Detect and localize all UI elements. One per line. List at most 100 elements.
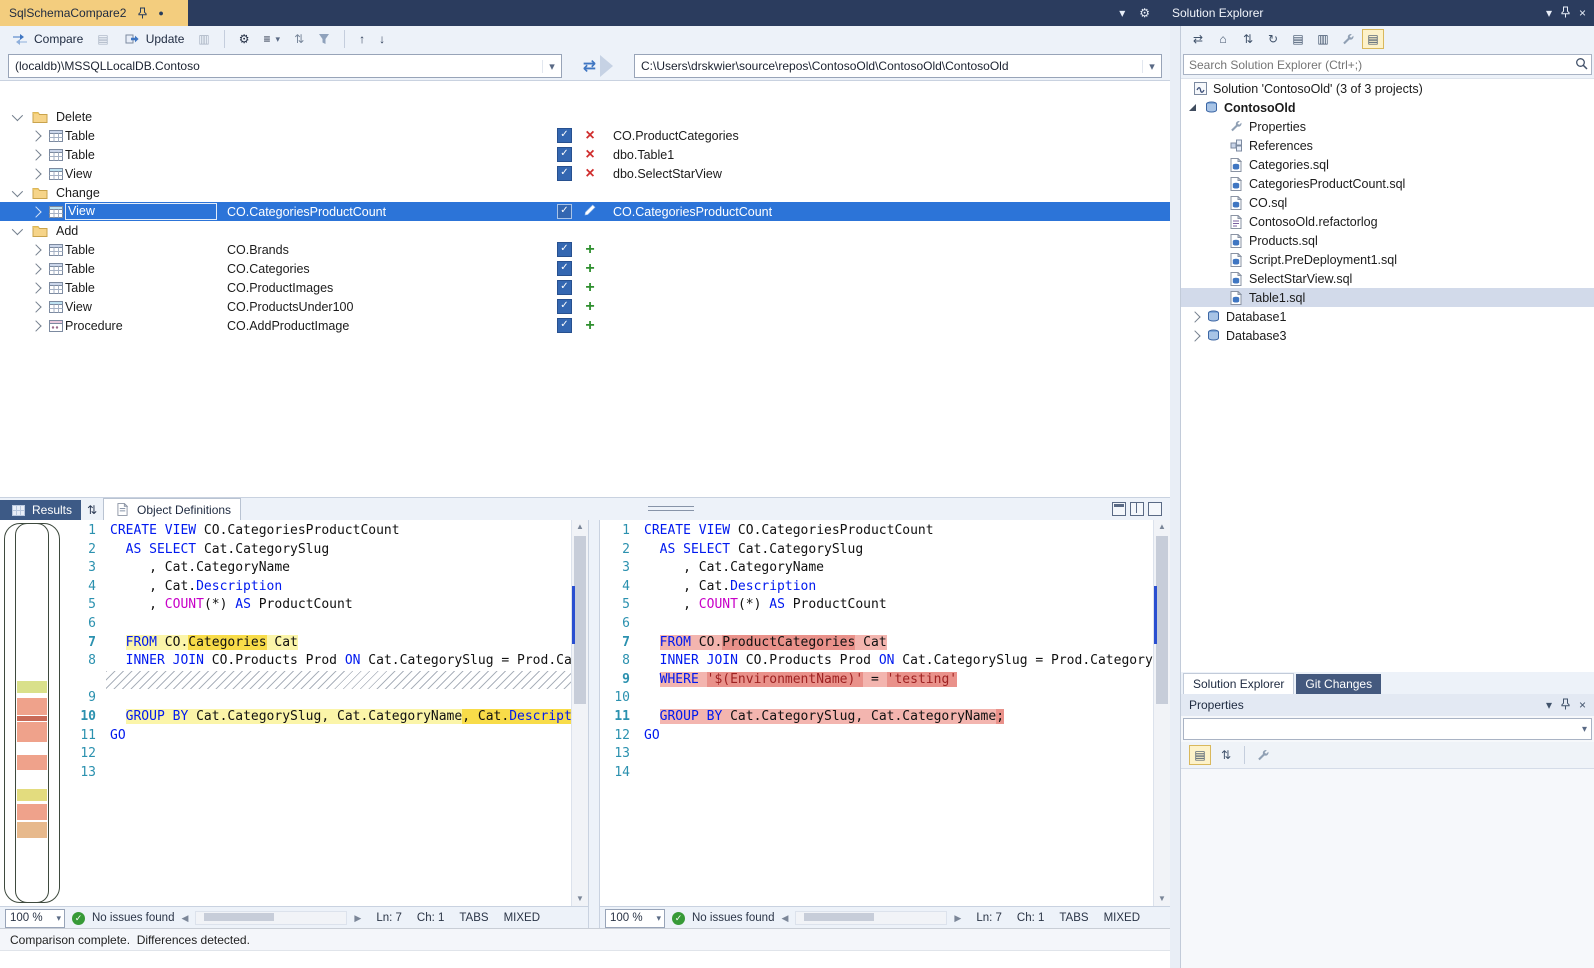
zoom-combobox[interactable]: 100 % ▾: [5, 909, 65, 928]
panel-splitter[interactable]: [1170, 26, 1180, 968]
scrollbar-thumb[interactable]: [804, 913, 874, 921]
chevron-expanded-icon[interactable]: [12, 109, 23, 120]
group-results-icon[interactable]: ≡▾: [261, 28, 284, 50]
tab-object-definitions[interactable]: Object Definitions: [103, 498, 241, 520]
tree-item-contosoold[interactable]: ContosoOld: [1181, 98, 1594, 117]
chevron-collapsed-icon[interactable]: [30, 206, 41, 217]
chevron-collapsed-icon[interactable]: [30, 320, 41, 331]
update-button[interactable]: Update: [120, 28, 188, 50]
chevron-collapsed-icon[interactable]: [30, 301, 41, 312]
include-checkbox[interactable]: ✓: [557, 280, 572, 295]
chevron-collapsed-icon[interactable]: [30, 282, 41, 293]
splitter-grip[interactable]: [648, 503, 694, 514]
scroll-up-icon[interactable]: ▲: [1154, 520, 1170, 534]
left-vertical-scrollbar[interactable]: ▲ ▼: [571, 520, 588, 906]
result-row-CO.ProductImages[interactable]: TableCO.ProductImages✓+: [0, 278, 1170, 297]
chevron-expanded-icon[interactable]: [12, 185, 23, 196]
result-row-CO.CategoriesProductCount[interactable]: ViewCO.CategoriesProductCount✓CO.Categor…: [0, 202, 1170, 221]
scroll-left-icon[interactable]: ◀: [781, 913, 788, 924]
compare-fields-icon[interactable]: ⇅: [291, 28, 307, 50]
scroll-down-icon[interactable]: ▼: [572, 892, 588, 906]
group-row-add[interactable]: Add: [0, 221, 1170, 240]
tree-item-table1-sql[interactable]: Table1.sql: [1181, 288, 1594, 307]
chevron-expanded-icon[interactable]: [12, 223, 23, 234]
alphabetical-icon[interactable]: ⇅: [1215, 745, 1237, 765]
close-icon[interactable]: ×: [1579, 698, 1586, 712]
collapse-all-icon[interactable]: ⇅: [1237, 29, 1259, 49]
horizontal-scrollbar[interactable]: [195, 911, 347, 925]
chevron-down-icon[interactable]: ▾: [1119, 6, 1125, 20]
include-checkbox[interactable]: ✓: [557, 204, 572, 219]
options-gear-icon[interactable]: ⚙: [236, 28, 253, 50]
property-pages-icon[interactable]: [1252, 745, 1274, 765]
properties-wrench-icon[interactable]: [1337, 29, 1359, 49]
chevron-down-icon[interactable]: ▾: [1546, 698, 1552, 712]
source-code-editor[interactable]: 1CREATE VIEW CO.CategoriesProductCount2 …: [66, 520, 571, 906]
next-difference-icon[interactable]: ↓: [376, 28, 388, 50]
include-checkbox[interactable]: ✓: [557, 261, 572, 276]
show-folders-icon[interactable]: ▥: [1312, 29, 1334, 49]
sort-results-icon[interactable]: ⇅: [81, 500, 103, 520]
chevron-expanded-icon[interactable]: [1189, 104, 1196, 111]
scrollbar-thumb[interactable]: [574, 536, 586, 704]
result-row-CO.ProductCategories[interactable]: Table✓×CO.ProductCategories: [0, 126, 1170, 145]
tree-item-properties[interactable]: Properties: [1181, 117, 1594, 136]
scroll-right-icon[interactable]: ▶: [354, 913, 361, 924]
scroll-left-icon[interactable]: ◀: [181, 913, 188, 924]
zoom-combobox[interactable]: 100 % ▾: [605, 909, 665, 928]
line-ending-indicator[interactable]: MIXED: [1104, 912, 1140, 924]
include-checkbox[interactable]: ✓: [557, 128, 572, 143]
close-icon[interactable]: ×: [1579, 6, 1586, 20]
source-combobox[interactable]: (localdb)\MSSQLLocalDB.Contoso ▾: [8, 54, 562, 78]
chevron-collapsed-icon[interactable]: [30, 149, 41, 160]
tree-item-co-sql[interactable]: CO.sql: [1181, 193, 1594, 212]
tab-results[interactable]: Results: [0, 500, 81, 520]
chevron-down-icon[interactable]: ▾: [1546, 6, 1552, 20]
group-row-delete[interactable]: Delete: [0, 107, 1170, 126]
diff-pane-divider[interactable]: [588, 520, 600, 929]
target-combobox[interactable]: C:\Users\drskwier\source\repos\ContosoOl…: [634, 54, 1162, 78]
minimize-pane-icon[interactable]: [1112, 502, 1126, 516]
target-code-editor[interactable]: 1CREATE VIEW CO.CategoriesProductCount2 …: [600, 520, 1153, 906]
maximize-pane-icon[interactable]: [1148, 502, 1162, 516]
chevron-collapsed-icon[interactable]: [30, 244, 41, 255]
scroll-down-icon[interactable]: ▼: [1154, 892, 1170, 906]
tab-sqlschemacompare2[interactable]: SqlSchemaCompare2 ●: [0, 0, 188, 26]
filter-icon[interactable]: [315, 28, 333, 50]
scrollbar-thumb[interactable]: [204, 913, 274, 921]
pin-icon[interactable]: [133, 7, 151, 19]
include-checkbox[interactable]: ✓: [557, 299, 572, 314]
window-options-gear-icon[interactable]: ⚙: [1139, 6, 1150, 20]
tab-git-changes[interactable]: Git Changes: [1296, 674, 1381, 694]
tree-item-database1[interactable]: Database1: [1181, 307, 1594, 326]
chevron-collapsed-icon[interactable]: [1189, 330, 1200, 341]
tabs-indicator[interactable]: TABS: [459, 912, 488, 924]
pin-icon[interactable]: [1560, 698, 1571, 713]
tree-item-categories-sql[interactable]: Categories.sql: [1181, 155, 1594, 174]
categorized-icon[interactable]: ▤: [1189, 745, 1211, 765]
tree-item-contosoold-refactorlog[interactable]: ContosoOld.refactorlog: [1181, 212, 1594, 231]
include-checkbox[interactable]: ✓: [557, 147, 572, 162]
scrollbar-thumb[interactable]: [1156, 536, 1168, 704]
result-row-CO.ProductsUnder100[interactable]: ViewCO.ProductsUnder100✓+: [0, 297, 1170, 316]
chevron-collapsed-icon[interactable]: [1189, 311, 1200, 322]
tree-item-script-predeployment1-sql[interactable]: Script.PreDeployment1.sql: [1181, 250, 1594, 269]
switch-views-icon[interactable]: ⇄: [1187, 29, 1209, 49]
search-input[interactable]: [1183, 54, 1592, 75]
scroll-right-icon[interactable]: ▶: [954, 913, 961, 924]
diff-overview-spine[interactable]: [0, 520, 66, 906]
group-row-change[interactable]: Change: [0, 183, 1170, 202]
line-ending-indicator[interactable]: MIXED: [504, 912, 540, 924]
result-row-dbo.SelectStarView[interactable]: View✓×dbo.SelectStarView: [0, 164, 1170, 183]
previous-difference-icon[interactable]: ↑: [356, 28, 368, 50]
result-row-dbo.Table1[interactable]: Table✓×dbo.Table1: [0, 145, 1170, 164]
include-checkbox[interactable]: ✓: [557, 318, 572, 333]
include-checkbox[interactable]: ✓: [557, 242, 572, 257]
split-pane-icon[interactable]: [1130, 502, 1144, 516]
compare-button[interactable]: Compare: [8, 28, 86, 50]
tree-item-selectstarview-sql[interactable]: SelectStarView.sql: [1181, 269, 1594, 288]
tree-item-categoriesproductcount-sql[interactable]: CategoriesProductCount.sql: [1181, 174, 1594, 193]
pin-icon[interactable]: [1560, 6, 1571, 21]
chevron-collapsed-icon[interactable]: [30, 130, 41, 141]
chevron-collapsed-icon[interactable]: [30, 263, 41, 274]
